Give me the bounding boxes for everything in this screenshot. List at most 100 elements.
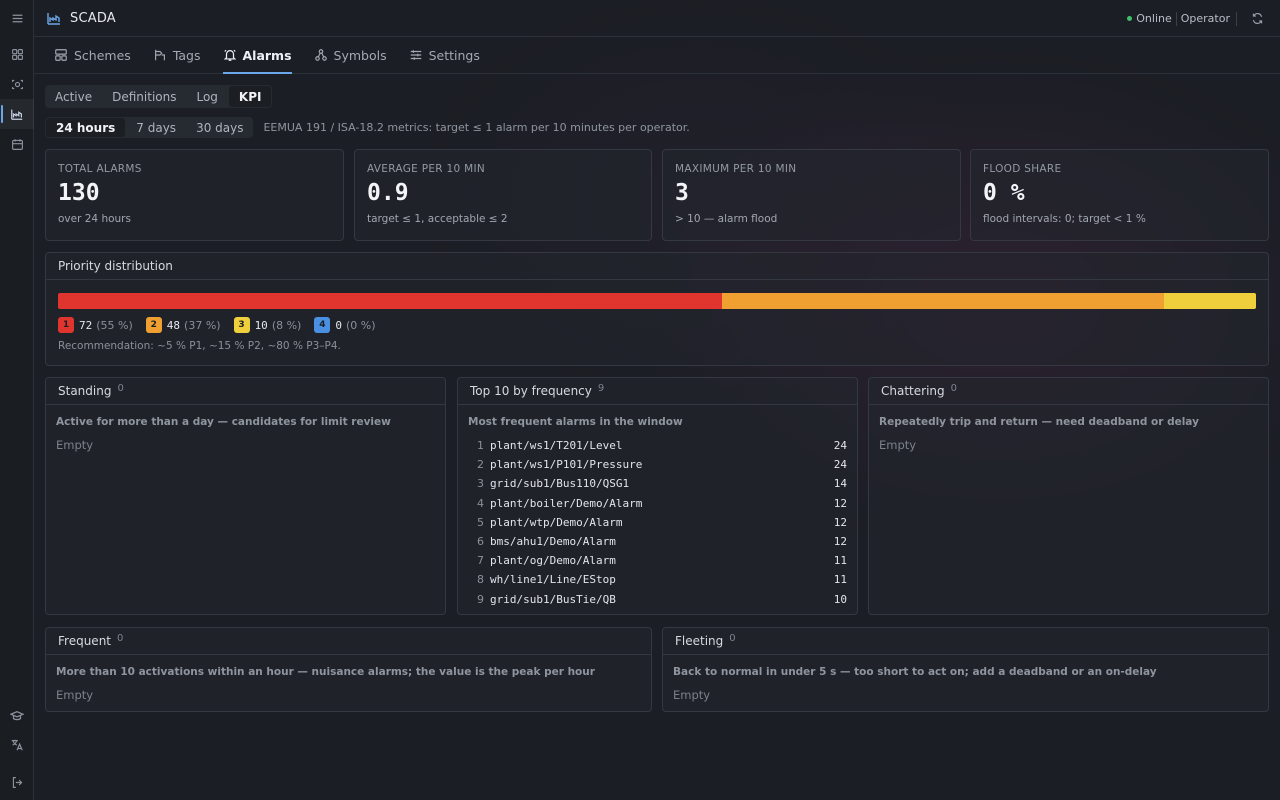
alarm-subtabs: Active Definitions Log KPI [45,85,273,108]
graduation-cap-icon[interactable] [0,701,34,731]
monitor-icon[interactable] [0,69,34,99]
top10-panel: Top 10 by frequency 9 Most frequent alar… [457,377,858,615]
legend-percent: (8 %) [271,318,302,332]
subtab-definitions[interactable]: Definitions [102,85,186,108]
calendar-icon[interactable] [0,129,34,159]
subtab-active[interactable]: Active [45,85,102,108]
panel-description: Active for more than a day — candidates … [56,416,391,428]
list-item[interactable]: 6 bms/ahu1/Demo/Alarm 12 [468,532,847,551]
factory-icon[interactable] [0,99,34,129]
divider [1236,11,1237,26]
card-title: Priority distribution [58,259,173,273]
kpi-value: 3 [675,180,689,206]
rank: 9 [477,592,484,606]
alarm-tag: grid/sub1/BusTie/QB [490,592,616,606]
alarm-tag: plant/boiler/Demo/Alarm [490,496,643,510]
empty-state: Empty [673,688,711,702]
kpi-sub: flood intervals: 0; target < 1 % [983,213,1146,225]
alarm-tag: plant/ws1/P101/Pressure [490,458,643,472]
panel-description: Back to normal in under 5 s — too short … [673,666,1157,678]
menu-icon[interactable] [0,3,34,33]
panel-description: Most frequent alarms in the window [468,416,683,428]
panel-description: More than 10 activations within an hour … [56,666,595,678]
range-24h[interactable]: 24 hours [46,118,126,137]
legend-item-p1: 1 72 (55 %) [58,317,133,333]
kpi-label: TOTAL ALARMS [58,163,142,175]
kpi-sub: > 10 — alarm flood [675,213,778,225]
tab-label: Settings [428,47,480,63]
subtab-kpi[interactable]: KPI [228,86,272,107]
card-header: Fleeting 0 [663,628,1268,655]
alarm-count: 14 [833,477,847,491]
card-header: Standing 0 [46,378,445,405]
rank: 2 [477,458,484,472]
list-item[interactable]: 3 grid/sub1/Bus110/QSG1 14 [468,474,847,493]
tab-symbols[interactable]: Symbols [314,37,387,73]
legend-count: 0 [335,318,342,332]
legend-item-p3: 3 10 (8 %) [233,317,302,333]
priority-segment-p3 [1163,293,1256,309]
alarm-tag: plant/og/Demo/Alarm [490,554,616,568]
rank: 5 [477,515,484,529]
range-row: 24 hours 7 days 30 days EEMUA 191 / ISA-… [45,117,690,138]
panel-title: Chattering [881,384,945,398]
schemes-icon [54,48,74,62]
subtab-log[interactable]: Log [186,85,227,108]
online-dot-icon [1127,16,1133,21]
empty-state: Empty [56,688,94,702]
kpi-value: 0.9 [367,180,409,206]
frequent-panel: Frequent 0 More than 10 activations with… [45,627,652,712]
user-role[interactable]: Operator [1181,12,1230,25]
top10-list: 1 plant/ws1/T201/Level 24 2 plant/ws1/P101/… [468,436,847,609]
rank: 6 [477,535,484,549]
alarm-count: 12 [833,535,847,549]
top-bar: SCADA Online Operator [34,0,1280,37]
card-header: Top 10 by frequency 9 [458,378,857,405]
refresh-icon[interactable] [1251,12,1264,25]
brand[interactable]: SCADA [46,10,116,26]
kpi-card-flood: FLOOD SHARE 0 % flood intervals: 0; targ… [970,149,1269,241]
list-item[interactable]: 1 plant/ws1/T201/Level 24 [468,436,847,455]
kpi-sub: over 24 hours [58,213,131,225]
list-item[interactable]: 8 wh/line1/Line/EStop 11 [468,570,847,589]
range-7d[interactable]: 7 days [126,117,186,138]
status-area: Online Operator [1127,0,1264,37]
list-item[interactable]: 4 plant/boiler/Demo/Alarm 12 [468,494,847,513]
priority-segment-p1 [58,293,722,309]
logout-icon[interactable] [0,767,34,797]
priority-bar [58,293,1256,309]
alarm-tag: bms/ahu1/Demo/Alarm [490,535,616,549]
list-item[interactable]: 2 plant/ws1/P101/Pressure 24 [468,455,847,474]
kpi-label: FLOOD SHARE [983,163,1062,175]
empty-state: Empty [56,438,94,452]
range-30d[interactable]: 30 days [186,117,253,138]
panel-count: 0 [729,632,736,644]
connection-status: Online [1136,12,1172,25]
alarm-tag: plant/ws1/T201/Level [490,439,623,453]
tab-alarms[interactable]: Alarms [222,37,292,74]
metrics-note: EEMUA 191 / ISA-18.2 metrics: target ≤ 1… [263,121,690,134]
tab-schemes[interactable]: Schemes [54,37,131,73]
card-header: Chattering 0 [869,378,1268,405]
kpi-label: AVERAGE PER 10 MIN [367,163,486,175]
list-item[interactable]: 7 plant/og/Demo/Alarm 11 [468,551,847,570]
legend-count: 48 [166,318,181,332]
rank: 1 [477,439,484,453]
list-item[interactable]: 9 grid/sub1/BusTie/QB 10 [468,590,847,609]
priority-recommendation: Recommendation: ~5 % P1, ~15 % P2, ~80 %… [58,340,341,352]
left-rail [0,0,34,800]
tab-tags[interactable]: Tags [153,37,201,73]
tab-settings[interactable]: Settings [409,37,480,73]
translate-icon[interactable] [0,730,34,760]
alarm-tag: plant/wtp/Demo/Alarm [490,515,623,529]
list-item[interactable]: 5 plant/wtp/Demo/Alarm 12 [468,513,847,532]
dashboard-icon[interactable] [0,39,34,69]
priority-badge: 1 [58,317,74,333]
panel-description: Repeatedly trip and return — need deadba… [879,416,1199,428]
alarm-tag: wh/line1/Line/EStop [490,573,616,587]
priority-badge: 2 [145,317,162,333]
rank: 7 [477,554,484,568]
priority-distribution-card: Priority distribution 1 72 (55 %) 2 48 (… [45,252,1269,366]
alarm-count: 12 [833,515,847,529]
card-header: Frequent 0 [46,628,651,655]
